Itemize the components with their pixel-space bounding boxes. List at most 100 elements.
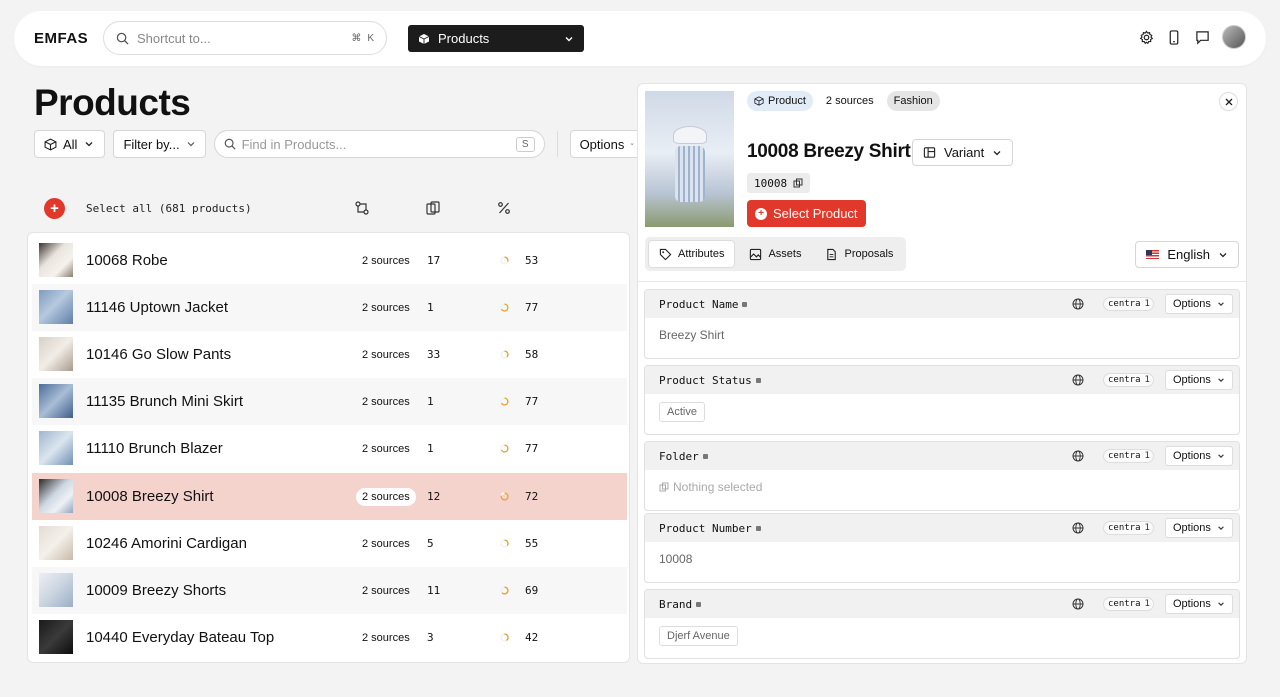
- attribute-options-label: Options: [1173, 598, 1211, 610]
- table-row[interactable]: 11146 Uptown Jacket 2 sources 1 77: [32, 284, 627, 331]
- tab-assets[interactable]: Assets: [739, 240, 811, 268]
- completeness-value: 77: [525, 301, 539, 314]
- kbd-key: K: [367, 32, 374, 44]
- page-title: Products: [34, 82, 191, 123]
- attribute-options-button[interactable]: Options: [1165, 370, 1233, 390]
- attribute-label-text: Product Status: [659, 374, 752, 387]
- globe-icon[interactable]: [1072, 522, 1084, 534]
- chevron-down-icon: [85, 142, 93, 147]
- language-dropdown[interactable]: English: [1135, 241, 1239, 268]
- tab-proposals-label: Proposals: [844, 248, 894, 260]
- source-badge: centra 1: [1103, 597, 1154, 611]
- folder-value: Nothing selected: [673, 480, 763, 494]
- shortcut-search[interactable]: Shortcut to... ⌘ K: [103, 21, 387, 55]
- tab-proposals[interactable]: Proposals: [815, 240, 903, 268]
- product-name: 10440 Everyday Bateau Top: [86, 629, 275, 646]
- product-chip-label: Product: [768, 95, 806, 107]
- attribute-label-text: Product Number: [659, 522, 752, 535]
- progress-ring-icon: [500, 586, 509, 595]
- completeness-value: 58: [525, 348, 539, 361]
- phone-icon[interactable]: [1166, 29, 1182, 45]
- attribute-header: Folder centra 1 Options: [645, 442, 1239, 470]
- table-row[interactable]: 11110 Brunch Blazer 2 sources 1 77: [32, 425, 627, 472]
- variant-count: 3: [427, 631, 434, 644]
- tab-attributes-label: Attributes: [678, 248, 725, 260]
- product-hero-image[interactable]: [645, 91, 734, 227]
- table-row[interactable]: 10246 Amorini Cardigan 2 sources 5 55: [32, 520, 627, 567]
- chevron-down-icon: [631, 143, 634, 145]
- variant-dropdown[interactable]: Variant: [912, 139, 1014, 166]
- gear-icon[interactable]: [1138, 29, 1154, 45]
- sources-badge: 2 sources: [362, 348, 410, 361]
- attribute-label: Folder: [659, 450, 708, 463]
- attribute-options-button[interactable]: Options: [1165, 294, 1233, 314]
- percent-icon[interactable]: [496, 200, 512, 216]
- brand-tag[interactable]: Djerf Avenue: [659, 626, 738, 646]
- table-row[interactable]: 10146 Go Slow Pants 2 sources 33 58: [32, 331, 627, 378]
- product-thumbnail: [39, 620, 73, 654]
- detail-tabs: Attributes Assets Proposals: [645, 237, 907, 271]
- cube-icon: [44, 137, 57, 151]
- filter-by-button[interactable]: Filter by...: [113, 130, 206, 158]
- globe-icon[interactable]: [1072, 374, 1084, 386]
- chat-icon[interactable]: [1194, 29, 1210, 45]
- select-all-checkbox[interactable]: Select all (681 products): [86, 202, 252, 215]
- chevron-down-icon: [993, 150, 1001, 155]
- sku-badge[interactable]: 10008: [747, 173, 811, 193]
- globe-icon[interactable]: [1072, 450, 1084, 462]
- completeness-value: 77: [525, 395, 539, 408]
- select-product-button[interactable]: + Select Product: [747, 200, 866, 227]
- search-icon: [224, 138, 236, 150]
- folder-copy-icon: [659, 482, 669, 492]
- attribute-label: Product Name: [659, 298, 748, 311]
- table-row[interactable]: 10009 Breezy Shorts 2 sources 11 69: [32, 567, 627, 614]
- table-row[interactable]: 11135 Brunch Mini Skirt 2 sources 1 77: [32, 378, 627, 425]
- attribute-value-input[interactable]: 10008: [659, 552, 692, 566]
- source-count: 1: [1144, 523, 1150, 533]
- attribute-header: Product Status centra 1 Options: [645, 366, 1239, 394]
- compare-icon[interactable]: [354, 200, 370, 216]
- product-chip: Product: [747, 91, 813, 111]
- product-thumbnail: [39, 526, 73, 560]
- attribute-header: Product Name centra 1 Options: [645, 290, 1239, 318]
- app-logo[interactable]: EMFAS: [34, 30, 88, 47]
- source-count: 1: [1144, 375, 1150, 385]
- table-row[interactable]: 10068 Robe 2 sources 17 53: [32, 237, 627, 284]
- avatar[interactable]: [1222, 25, 1246, 49]
- products-dropdown[interactable]: Products: [408, 25, 584, 52]
- category-chip: Fashion: [886, 91, 940, 111]
- folder-select[interactable]: Nothing selected: [659, 480, 762, 494]
- chevron-down-icon: [1218, 454, 1224, 458]
- progress-ring-icon: [500, 633, 509, 642]
- variant-count: 17: [427, 254, 441, 267]
- table-row-selected[interactable]: 10008 Breezy Shirt 2 sources 12 72: [32, 473, 627, 520]
- table-row[interactable]: 10440 Everyday Bateau Top 2 sources 3 42: [32, 614, 627, 661]
- attribute-options-button[interactable]: Options: [1165, 594, 1233, 614]
- select-product-label: Select Product: [773, 206, 858, 221]
- product-thumbnail: [39, 573, 73, 607]
- product-detail-panel: Product 2 sources Fashion 10008 Breezy S…: [637, 83, 1247, 664]
- all-filter-button[interactable]: All: [34, 130, 106, 158]
- close-panel-button[interactable]: [1219, 92, 1238, 111]
- status-tag[interactable]: Active: [659, 402, 705, 422]
- globe-icon[interactable]: [1072, 598, 1084, 610]
- globe-icon[interactable]: [1072, 298, 1084, 310]
- variant-count: 1: [427, 395, 434, 408]
- options-button[interactable]: Options: [569, 130, 645, 158]
- source-count: 1: [1144, 599, 1150, 609]
- copy-icon[interactable]: [793, 178, 803, 188]
- attribute-value-input[interactable]: Breezy Shirt: [659, 328, 724, 342]
- product-name: 10246 Amorini Cardigan: [86, 535, 247, 552]
- find-products-input[interactable]: Find in Products... S: [213, 130, 545, 158]
- attribute-folder: Folder centra 1 Options Nothing selected: [644, 441, 1240, 511]
- document-icon: [827, 248, 837, 260]
- copy-sources-icon[interactable]: [425, 200, 441, 216]
- attribute-options-label: Options: [1173, 374, 1211, 386]
- variant-count: 12: [427, 490, 441, 503]
- add-product-button[interactable]: +: [44, 198, 65, 219]
- lock-icon: [702, 454, 708, 459]
- attribute-options-button[interactable]: Options: [1165, 446, 1233, 466]
- completeness-value: 55: [525, 537, 539, 550]
- attribute-options-button[interactable]: Options: [1165, 518, 1233, 538]
- tab-attributes[interactable]: Attributes: [648, 240, 736, 268]
